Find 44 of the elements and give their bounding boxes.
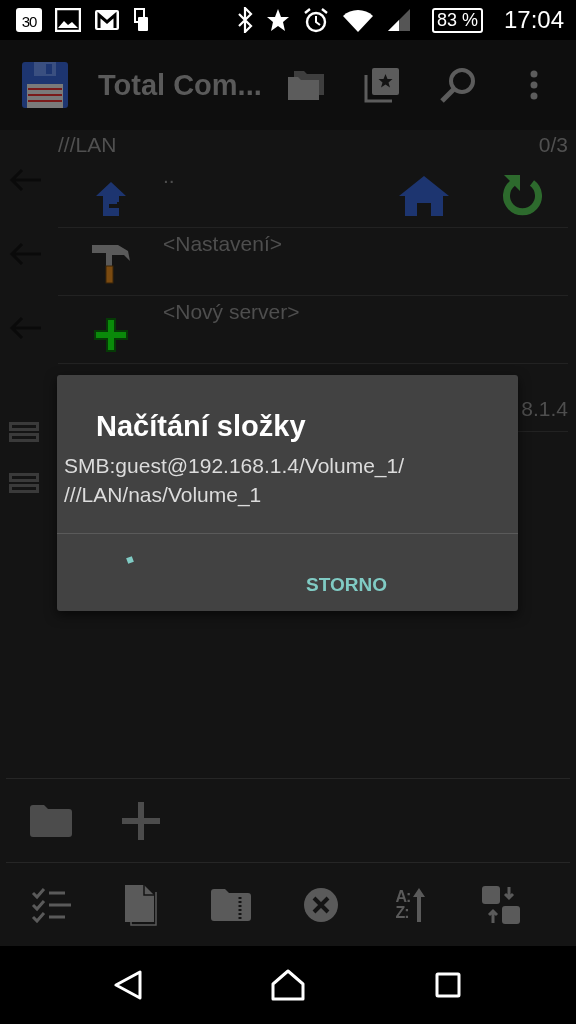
clock: 17:04 xyxy=(503,6,564,34)
star-icon xyxy=(265,8,290,32)
recents-icon[interactable] xyxy=(435,972,461,998)
mail-icon xyxy=(94,9,120,31)
selection-count: 0/3 xyxy=(538,133,568,157)
wifi-icon xyxy=(341,8,374,32)
cancel-icon[interactable] xyxy=(303,886,339,923)
app-title: Total Com... xyxy=(98,68,262,102)
image-icon xyxy=(55,8,81,32)
zip-folder-icon[interactable] xyxy=(210,887,252,922)
progress-spinner xyxy=(126,556,134,564)
swap-icon[interactable] xyxy=(481,884,521,925)
arrow-icon xyxy=(412,886,427,923)
file-name[interactable]: <Nový server> xyxy=(163,296,300,363)
dialog-message: ///LAN/nas/Volume_1 xyxy=(64,482,263,509)
refresh-icon[interactable] xyxy=(500,173,542,217)
favorites-icon[interactable] xyxy=(364,67,400,103)
menu-icon[interactable] xyxy=(9,421,39,442)
cancel-button[interactable]: STORNO xyxy=(298,567,395,602)
file-name[interactable]: <Nastavení> xyxy=(163,228,283,295)
bluetooth-icon xyxy=(236,7,253,33)
document-icon[interactable] xyxy=(124,883,158,926)
battery-indicator: 83 % xyxy=(431,7,483,33)
search-icon[interactable] xyxy=(439,66,477,104)
home-icon[interactable] xyxy=(271,969,305,1001)
menu-icon[interactable] xyxy=(9,472,39,493)
checklist-icon[interactable] xyxy=(31,886,71,923)
sort-icon[interactable]: A: Z: xyxy=(395,886,427,923)
more-icon[interactable] xyxy=(529,70,539,100)
device-icon xyxy=(133,8,149,32)
file-name[interactable]: .. xyxy=(163,160,175,227)
dialog-message: SMB:guest@192.168.1.4/Volume_1/ xyxy=(64,453,406,480)
path-label: ///LAN xyxy=(58,133,117,157)
signal-icon xyxy=(386,8,411,32)
plus-icon xyxy=(92,317,129,353)
alarm-icon xyxy=(302,7,329,33)
server-address: 8.1.4 xyxy=(521,396,568,421)
folder-icon[interactable] xyxy=(29,803,73,838)
calendar-icon: 30 xyxy=(16,8,42,32)
back-icon[interactable] xyxy=(113,970,143,1000)
dialog-title: Načítání složky xyxy=(96,410,307,443)
folders-icon[interactable] xyxy=(286,69,326,101)
plus-icon[interactable] xyxy=(121,800,161,841)
up-arrow-icon xyxy=(94,181,127,217)
